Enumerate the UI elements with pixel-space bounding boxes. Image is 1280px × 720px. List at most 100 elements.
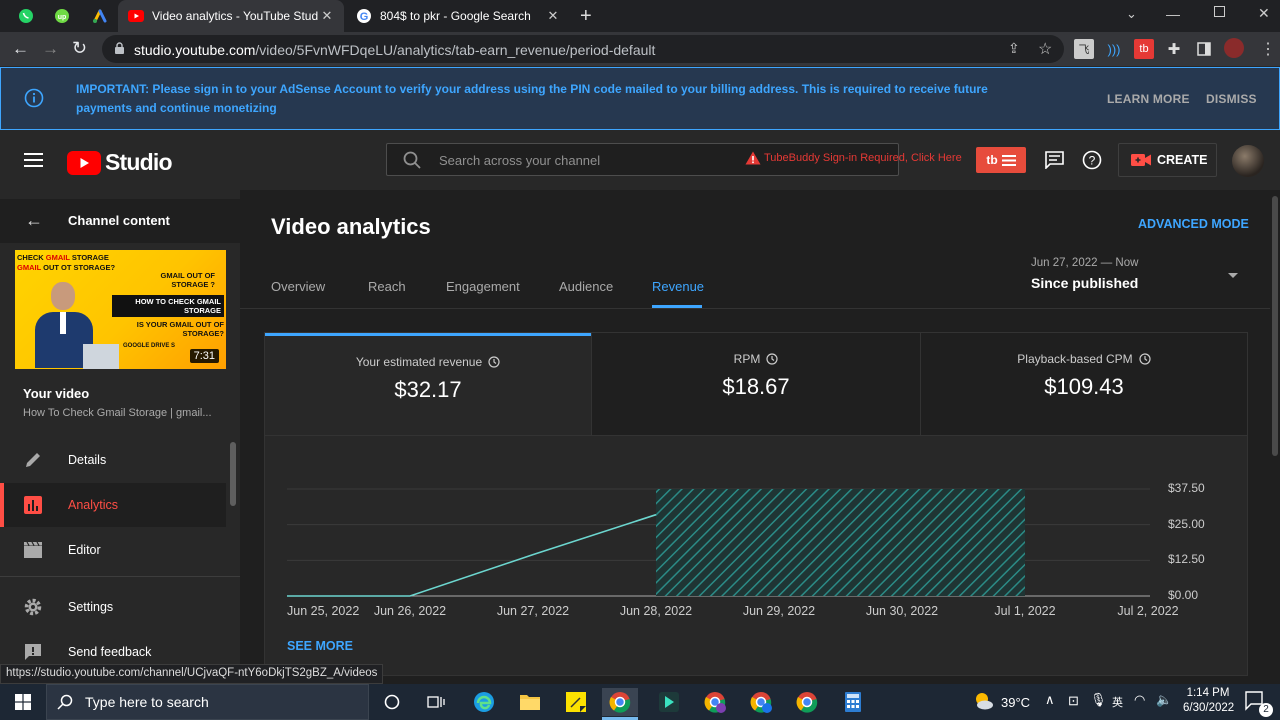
new-tab-icon[interactable]: + (580, 6, 592, 26)
edge-icon[interactable] (466, 688, 502, 716)
task-view-icon[interactable] (418, 688, 454, 716)
clock-icon (766, 353, 778, 365)
chrome-profile-o-icon[interactable] (743, 688, 779, 716)
help-icon[interactable]: ? (1082, 150, 1102, 170)
system-clock[interactable]: 1:14 PM 6/30/2022 (1183, 686, 1234, 716)
minimize-icon[interactable]: — (1166, 6, 1180, 22)
menu-icon (1001, 154, 1016, 166)
sidebar-item-analytics[interactable]: Analytics (0, 483, 226, 527)
metric-playback-cpm[interactable]: Playback-based CPM $109.43 (920, 333, 1247, 436)
extension-icon[interactable]: 飞 (1074, 39, 1094, 59)
sticky-notes-icon[interactable] (558, 688, 594, 716)
studio-logo[interactable]: Studio (67, 149, 173, 176)
close-window-icon[interactable]: ✕ (1258, 5, 1270, 22)
chrome-profile-icon[interactable] (789, 688, 825, 716)
clapperboard-icon (24, 541, 42, 558)
audio-extension-icon[interactable]: ))) (1104, 39, 1124, 59)
see-more-button[interactable]: SEE MORE (287, 639, 353, 653)
filmora-icon[interactable] (651, 688, 687, 716)
sidebar-item-editor[interactable]: Editor (0, 528, 226, 572)
calculator-icon[interactable] (835, 688, 871, 716)
create-button[interactable]: CREATE (1118, 143, 1217, 177)
sidebar-item-label: Send feedback (68, 645, 152, 659)
video-title[interactable]: How To Check Gmail Storage | gmail... (23, 407, 223, 419)
back-icon[interactable]: ← (12, 39, 29, 59)
notification-count: 2 (1259, 703, 1273, 717)
close-tab-icon[interactable]: ✕ (318, 8, 336, 24)
microphone-icon[interactable]: 🎙 (1090, 692, 1107, 708)
video-thumbnail[interactable]: CHECK GMAIL STORAGE GMAIL OUT OT STORAGE… (15, 250, 226, 369)
profile-avatar-icon[interactable] (1224, 38, 1244, 58)
share-icon[interactable]: ⇪ (1008, 40, 1020, 57)
sidebar-item-label: Details (68, 453, 107, 467)
tubebuddy-extension-icon[interactable]: tb (1134, 39, 1154, 59)
weather-icon[interactable] (972, 690, 994, 712)
side-panel-icon[interactable] (1194, 39, 1214, 59)
x-tick-label: Jun 27, 2022 (496, 604, 570, 618)
tab-revenue[interactable]: Revenue (652, 279, 704, 294)
banner-message: IMPORTANT: Please sign in to your AdSens… (76, 82, 988, 115)
reload-icon[interactable]: ↻ (72, 38, 87, 59)
show-hidden-icons-icon[interactable]: ∧ (1045, 692, 1055, 708)
period-label[interactable]: Since published (1031, 275, 1138, 291)
sidebar-scrollbar[interactable] (230, 442, 236, 506)
sidebar-item-settings[interactable]: Settings (0, 585, 226, 629)
temperature[interactable]: 39°C (1001, 695, 1030, 710)
tab-google-search[interactable]: G 804$ to pkr - Google Search ✕ (346, 0, 570, 32)
windows-start-icon[interactable] (5, 688, 41, 716)
sidebar-item-label: Editor (68, 543, 101, 557)
browser-menu-icon[interactable]: ⋮ (1260, 39, 1276, 59)
language-icon[interactable]: 英 (1112, 694, 1123, 710)
tubebuddy-menu-button[interactable]: tb (976, 147, 1026, 173)
comments-icon[interactable] (1045, 151, 1064, 169)
tubebuddy-signin-link[interactable]: TubeBuddy Sign-in Required, Click Here (764, 152, 962, 164)
metric-label: RPM (733, 352, 761, 366)
tab-overview[interactable]: Overview (271, 279, 325, 294)
metric-rpm[interactable]: RPM $18.67 (591, 333, 920, 436)
y-tick-label: $37.50 (1168, 481, 1205, 495)
chrome-active-icon[interactable] (602, 688, 638, 716)
gear-icon (24, 598, 42, 616)
cortana-icon[interactable] (374, 688, 410, 716)
page-scrollbar[interactable] (1272, 196, 1278, 456)
chrome-profile-s-icon[interactable] (697, 688, 733, 716)
tab-reach[interactable]: Reach (368, 279, 406, 294)
search-placeholder: Search across your channel (439, 153, 601, 168)
taskbar-search-input[interactable]: Type here to search (46, 684, 369, 720)
revenue-chart[interactable] (270, 470, 1165, 605)
wifi-icon[interactable]: ◠ (1134, 692, 1145, 708)
x-tick-label: Jun 28, 2022 (619, 604, 693, 618)
metric-value: $18.67 (722, 374, 790, 399)
thumbnail-text: GMAIL OUT OF STORAGE ? (160, 271, 215, 289)
whatsapp-pinned-tab[interactable] (11, 1, 41, 31)
tab-video-analytics[interactable]: Video analytics - YouTube Studio ✕ (118, 0, 344, 32)
x-tick-label: Jun 25, 2022 (287, 604, 360, 618)
thumbnail-text: CHECK GMAIL STORAGE (17, 253, 109, 262)
period-range[interactable]: Jun 27, 2022 — Now (1031, 257, 1138, 269)
restore-icon[interactable] (1214, 6, 1225, 17)
extensions-puzzle-icon[interactable]: ✚ (1164, 39, 1184, 59)
period-dropdown-icon[interactable] (1228, 273, 1238, 278)
tab-search-icon[interactable]: ⌄ (1126, 6, 1137, 22)
sidebar-item-details[interactable]: Details (0, 438, 226, 482)
bookmark-star-icon[interactable]: ☆ (1038, 39, 1052, 59)
file-explorer-icon[interactable] (512, 688, 548, 716)
learn-more-button[interactable]: LEARN MORE (1107, 92, 1190, 106)
meet-now-icon[interactable]: ⊡ (1068, 693, 1079, 709)
hamburger-menu-icon[interactable] (24, 153, 43, 167)
lock-icon[interactable] (114, 42, 125, 55)
google-ads-pinned-tab[interactable] (85, 1, 115, 31)
tab-engagement[interactable]: Engagement (446, 279, 520, 294)
channel-content-label[interactable]: Channel content (68, 213, 170, 228)
upwork-pinned-tab[interactable]: up (47, 1, 77, 31)
url-text[interactable]: studio.youtube.com/video/5FvnWFDqeLU/ana… (134, 42, 655, 58)
forward-icon[interactable]: → (42, 39, 59, 59)
tab-audience[interactable]: Audience (559, 279, 613, 294)
volume-icon[interactable]: 🔈 (1156, 692, 1172, 708)
advanced-mode-button[interactable]: ADVANCED MODE (1138, 217, 1249, 231)
metric-estimated-revenue[interactable]: Your estimated revenue $32.17 (265, 333, 591, 436)
channel-avatar[interactable] (1232, 145, 1264, 177)
back-arrow-icon[interactable]: ← (25, 210, 43, 231)
dismiss-button[interactable]: DISMISS (1206, 92, 1257, 106)
close-tab-icon[interactable]: ✕ (544, 8, 562, 24)
